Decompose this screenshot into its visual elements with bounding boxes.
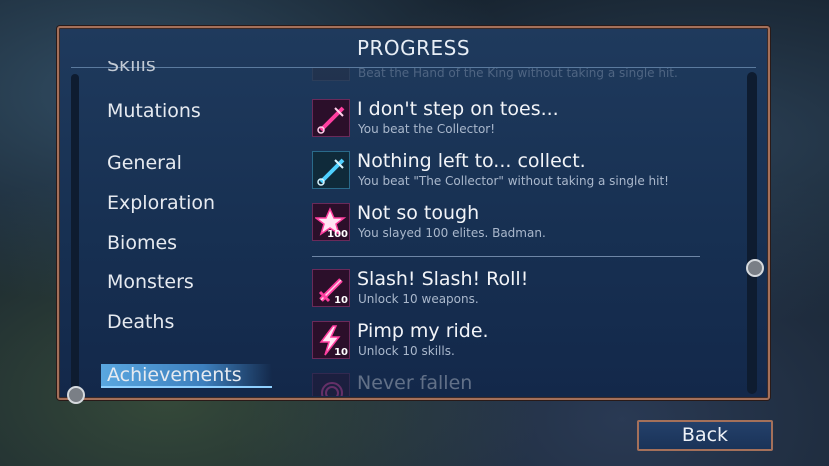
list-scrollbar[interactable]	[747, 72, 757, 394]
achievement-row: I don't step on toes... You beat the Col…	[312, 98, 732, 140]
achievement-desc: You beat "The Collector" without taking …	[358, 174, 669, 188]
menu-item-monsters[interactable]: Monsters	[107, 271, 194, 293]
menu-item-exploration[interactable]: Exploration	[107, 192, 215, 214]
progress-panel: PROGRESS Skills Mutations General Explor…	[57, 26, 770, 404]
achievement-name: Never fallen	[357, 372, 473, 394]
achievement-row: 10 Slash! Slash! Roll! Unlock 10 weapons…	[312, 268, 732, 310]
achievement-desc: Unlock 10 weapons.	[358, 292, 479, 306]
menu-item-mutations[interactable]: Mutations	[107, 100, 201, 122]
sword-icon: 10	[312, 269, 350, 307]
achievement-desc: You beat the Collector!	[358, 122, 496, 136]
achievement-name: Nothing left to... collect.	[357, 150, 586, 172]
menu-item-deaths[interactable]: Deaths	[107, 311, 174, 333]
achievement-row: Never fallen	[312, 372, 732, 396]
achievement-badge: 100	[327, 229, 348, 240]
achievement-badge: 10	[334, 295, 348, 306]
achievement-desc: You slayed 100 elites. Badman.	[358, 226, 546, 240]
achievement-name: Pimp my ride.	[357, 320, 489, 342]
syringe-icon	[312, 99, 350, 137]
lightning-icon: 10	[312, 321, 350, 359]
menu-item-general[interactable]: General	[107, 152, 182, 174]
achievement-name: I don't step on toes...	[357, 98, 559, 120]
achievement-row: 100 Not so tough You slayed 100 elites. …	[312, 202, 732, 244]
achievement-desc: Unlock 10 skills.	[358, 344, 455, 358]
fingerprint-icon	[312, 373, 350, 396]
achievement-list[interactable]: Beat the Hand of the King without taking…	[312, 68, 742, 396]
achievement-row: Nothing left to... collect. You beat "Th…	[312, 150, 732, 192]
achievement-row: 10 Pimp my ride. Unlock 10 skills.	[312, 320, 732, 362]
section-divider	[312, 256, 700, 257]
achievement-row: Beat the Hand of the King without taking…	[312, 68, 732, 84]
achievement-name: Not so tough	[357, 202, 480, 224]
syringe-icon	[312, 151, 350, 189]
star-icon: 100	[312, 203, 350, 241]
achievement-name: Slash! Slash! Roll!	[357, 268, 529, 290]
panel-title: PROGRESS	[356, 36, 471, 60]
blade-icon	[312, 68, 350, 81]
back-button[interactable]: Back	[637, 420, 773, 451]
menu-item-biomes[interactable]: Biomes	[107, 232, 177, 254]
menu-item-skills[interactable]: Skills	[107, 61, 156, 77]
menu-scroll-knob[interactable]	[67, 386, 85, 404]
menu-item-achievements[interactable]: Achievements	[101, 364, 272, 388]
menu-scrollbar[interactable]	[71, 74, 79, 392]
achievement-badge: 10	[334, 347, 348, 358]
list-scroll-knob[interactable]	[746, 259, 764, 277]
